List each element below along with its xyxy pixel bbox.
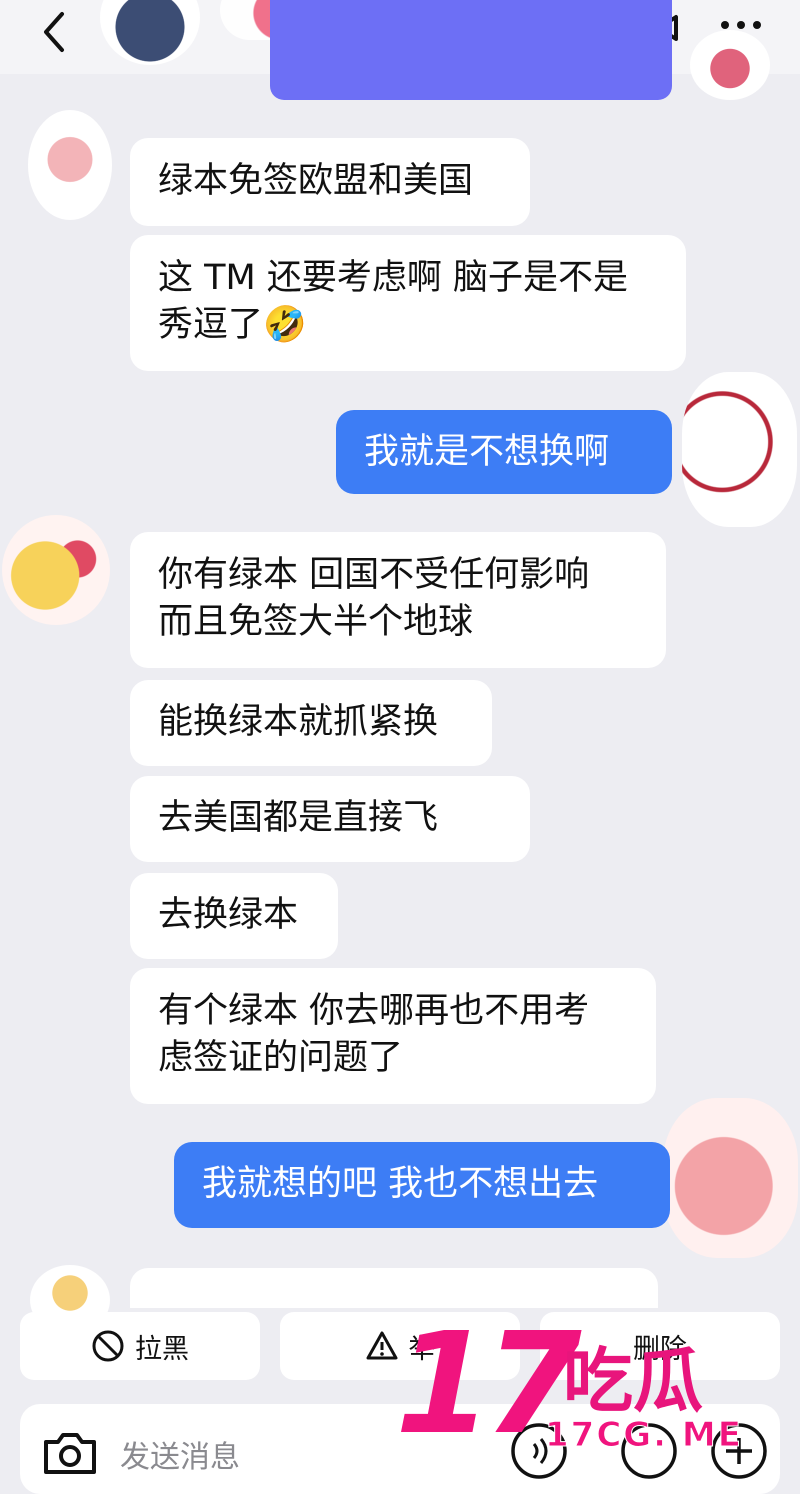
message-text: 而且免签大半个地球 [158,602,474,642]
chevron-left-icon[interactable] [30,6,82,58]
my-avatar-top [690,30,770,100]
contact-avatar-1[interactable] [28,110,112,220]
contact-avatar[interactable] [100,0,200,65]
camera-icon[interactable] [40,1424,100,1480]
message-bubble[interactable]: 去美国都是直接飞 [130,776,530,862]
block-icon [92,1330,124,1362]
message-text: 我就想的吧 我也不想出去 [202,1164,599,1204]
my-avatar-2[interactable] [663,1098,798,1258]
message-bubble[interactable]: 我就是不想换啊 [336,410,672,494]
message-text: 你有绿本 回国不受任何影响 [158,555,590,595]
watermark-url: 17CG. ME [545,1415,743,1456]
message-text: 虑签证的问题了 [158,1038,404,1078]
message-bubble[interactable]: 我就想的吧 我也不想出去 [174,1142,670,1228]
message-bubble[interactable]: 这 TM 还要考虑啊 脑子是不是 秀逗了🤣 [130,235,686,371]
message-bubble[interactable]: 能换绿本就抓紧换 [130,680,492,766]
message-text: 有个绿本 你去哪再也不用考 [158,991,590,1031]
message-bubble[interactable]: 去换绿本 [130,873,338,959]
message-text: 这 TM 还要考虑啊 脑子是不是 [158,258,628,298]
message-text: 绿本免签欧盟和美国 [158,161,474,201]
message-text: 我就是不想换啊 [364,432,610,472]
message-bubble[interactable]: 绿本免签欧盟和美国 [130,138,530,226]
warning-icon [366,1331,397,1360]
contact-avatar-2[interactable] [2,515,110,625]
message-text: 去换绿本 [158,895,299,935]
watermark-cn: 吃瓜 [563,1340,703,1422]
block-label: 拉黑 [135,1333,189,1365]
block-button[interactable]: 拉黑 [20,1312,260,1380]
previous-outgoing-bubble [270,0,672,100]
message-text: 能换绿本就抓紧换 [158,702,439,742]
message-bubble[interactable]: 你有绿本 回国不受任何影响 而且免签大半个地球 [130,532,666,668]
watermark: 17 吃瓜 17CG. ME [395,1315,775,1465]
my-avatar-1[interactable] [682,372,797,527]
message-text: 去美国都是直接飞 [158,798,439,838]
message-input[interactable]: 发送消息 [120,1432,240,1476]
message-bubble[interactable]: 有个绿本 你去哪再也不用考 虑签证的问题了 [130,968,656,1104]
message-text: 秀逗了🤣 [158,305,307,345]
